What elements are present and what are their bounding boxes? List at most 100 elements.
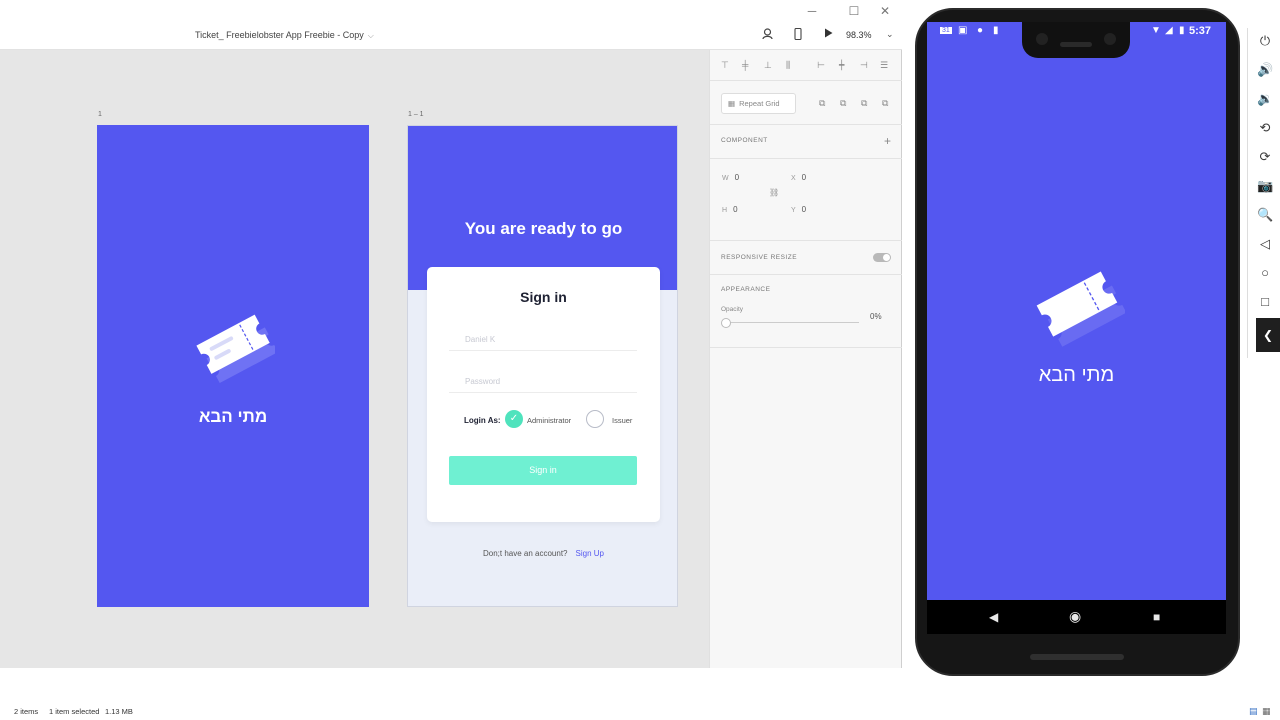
responsive-resize-toggle[interactable] [873,253,891,262]
rotate-right-icon[interactable]: ⟳ [1257,149,1273,165]
mobile-preview-icon[interactable] [794,27,802,44]
align-right-icon[interactable]: ⊣ [860,60,868,71]
ready-heading: You are ready to go [464,219,623,238]
close-icon[interactable]: ✕ [871,2,899,20]
artboard-label-1[interactable]: 1 [98,111,102,118]
selection-size: 1.13 MB [105,707,133,716]
android-nav-bar: ◀ ◉ ■ [927,600,1226,634]
artboard-label-2[interactable]: 1 – 1 [408,111,424,118]
details-view-icon[interactable]: ▤ [1249,706,1258,717]
administrator-label: Administrator [527,416,572,425]
circle-icon: ● [977,25,984,36]
signin-button[interactable]: Sign in [449,456,637,485]
zoom-level[interactable]: 98.3% [846,30,872,40]
power-icon[interactable]: ⏻ [1257,33,1273,49]
repeat-grid-button[interactable]: ▦ Repeat Grid [721,93,796,114]
y-field[interactable]: Y0 [791,205,806,214]
chevron-down-icon: ⌵ [367,31,374,40]
home-icon[interactable]: ○ [1257,265,1273,281]
camera-icon[interactable]: 📷 [1257,178,1273,194]
zoom-icon[interactable]: 🔍 [1257,207,1273,223]
desktop: ─ ☐ ✕ Ticket_ Freebielobster App Freebie… [0,0,1280,720]
y-value: 0 [801,205,807,214]
play-icon[interactable] [824,28,833,42]
volume-up-icon[interactable]: 🔊 [1257,62,1273,78]
repeat-grid-label: Repeat Grid [739,99,780,108]
signup-link[interactable]: Sign Up [576,549,604,558]
username-field[interactable]: Daniel K [449,331,637,351]
divider [710,240,902,241]
minimize-icon[interactable]: ─ [798,2,826,20]
plus-icon[interactable]: + [884,134,891,148]
divider [710,80,902,81]
share-user-icon[interactable] [762,28,773,44]
width-value: 0 [734,173,740,182]
explorer-status-bar: 2 items 1 item selected 1.13 MB ▤ ▦ [0,704,1280,720]
rotate-left-icon[interactable]: ⟲ [1257,120,1273,136]
link-proportions-icon[interactable]: ⛓ [769,188,779,197]
gallery-icon: ▣ [958,25,968,36]
x-field[interactable]: X0 [791,173,806,182]
opacity-slider-knob[interactable] [721,318,731,328]
exclude-icon[interactable]: ⧉ [882,98,888,109]
no-account-row: Don;t have an account? Sign Up [408,549,677,558]
volume-down-icon[interactable]: 🔉 [1257,91,1273,107]
opacity-slider-track[interactable] [726,322,859,323]
align-left-icon[interactable]: ⊢ [817,60,825,71]
camera-notch [1022,22,1130,58]
subtract-icon[interactable]: ⧉ [840,98,846,109]
divider [710,158,902,159]
overview-icon[interactable]: □ [1257,294,1273,310]
intersect-icon[interactable]: ⧉ [861,98,867,109]
home-icon[interactable]: ◉ [1069,608,1081,625]
large-icons-view-icon[interactable]: ▦ [1262,706,1271,717]
align-top-icon[interactable]: ⊤ [721,60,729,71]
calendar-icon: 31 [940,27,952,34]
back-icon[interactable]: ◀ [989,610,998,624]
chevron-left-icon[interactable]: ❮ [1256,318,1280,352]
selection-count: 1 item selected [49,707,100,716]
wifi-icon: ▼ [1151,25,1161,36]
height-field[interactable]: H0 [722,205,738,214]
earpiece [1060,42,1092,47]
emulator-toolbar: ⏻ 🔊 🔉 ⟲ ⟳ 📷 🔍 ◁ ○ □ [1247,28,1280,358]
issuer-radio[interactable] [586,410,604,428]
divider [710,124,902,125]
ticket-icon [196,314,275,384]
front-camera-icon [1104,33,1116,45]
divider [710,347,902,348]
xd-window: ─ ☐ ✕ Ticket_ Freebielobster App Freebie… [0,0,902,668]
app-name: מתי הבא [1038,364,1115,386]
height-value: 0 [733,205,738,214]
width-key: W [722,175,729,182]
header-band [408,126,677,290]
zoom-chevron-icon[interactable]: ⌄ [886,29,894,40]
distribute-vertical-icon[interactable]: ⫼ [786,60,790,71]
app-name: מתי הבא [198,407,268,426]
add-icon-1[interactable]: ⧉ [819,98,825,109]
height-key: H [722,207,728,214]
ticket-icon [1036,271,1125,347]
front-camera-icon [1036,33,1048,45]
y-key: Y [791,207,796,214]
signal-icon: ◢ [1165,25,1173,36]
align-bottom-icon[interactable]: ⊥ [764,60,772,71]
phone-screen[interactable]: מתי הבא [927,22,1226,600]
recents-icon[interactable]: ■ [1153,610,1160,624]
back-icon[interactable]: ◁ [1257,236,1273,252]
distribute-horizontal-icon[interactable]: ☰ [880,60,888,71]
align-center-icon[interactable]: ┿ [839,60,844,71]
artboard-signin[interactable]: You are ready to go Sign in Daniel K Pas… [407,125,678,607]
password-field[interactable]: Password [449,373,637,393]
opacity-value[interactable]: 0% [870,312,882,321]
width-field[interactable]: W0 [722,173,739,182]
component-header: COMPONENT [721,137,768,144]
align-middle-icon[interactable]: ╪ [742,60,748,70]
administrator-radio[interactable]: ✓ [505,410,523,428]
x-key: X [791,175,796,182]
divider [710,274,902,275]
artboard-splash[interactable]: מתי הבא [97,125,369,607]
toolbar: Ticket_ Freebielobster App Freebie - Cop… [0,22,902,50]
maximize-icon[interactable]: ☐ [840,2,868,20]
document-title[interactable]: Ticket_ Freebielobster App Freebie - Cop… [195,30,374,41]
